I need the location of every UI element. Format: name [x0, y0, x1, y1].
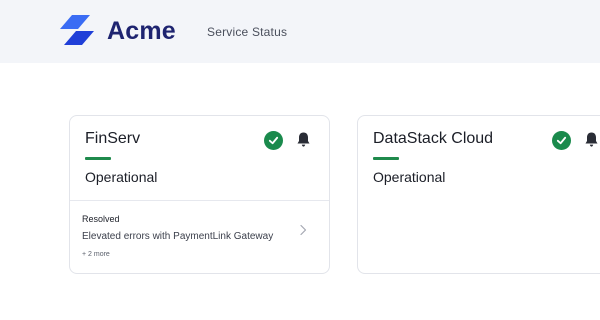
incident-title: Resolved — [82, 214, 120, 224]
card-divider — [70, 200, 329, 201]
status-underline — [373, 157, 399, 160]
service-status-text: Operational — [373, 169, 446, 185]
check-circle-icon — [552, 131, 571, 150]
more-incidents-link[interactable]: + 2 more — [82, 251, 110, 258]
service-card-datastack-cloud[interactable]: DataStack Cloud Operational — [357, 115, 600, 274]
brand-name: Acme — [107, 16, 176, 45]
check-circle-icon — [264, 131, 283, 150]
service-status-link[interactable]: Service Status — [207, 25, 287, 39]
brand-logo[interactable]: Acme — [60, 15, 176, 47]
service-name: FinServ — [85, 130, 141, 147]
bell-icon[interactable] — [296, 131, 311, 148]
acme-logo-icon — [60, 15, 94, 45]
chevron-right-icon[interactable] — [298, 224, 308, 236]
service-card-finserv[interactable]: FinServ Operational Resolved Elevated er… — [69, 115, 330, 274]
bell-icon[interactable] — [584, 131, 599, 148]
status-underline — [85, 157, 111, 160]
service-name: DataStack Cloud — [373, 130, 494, 147]
incident-description: Elevated errors with PaymentLink Gateway — [82, 231, 274, 242]
top-header: Acme Service Status — [0, 0, 600, 63]
service-status-text: Operational — [85, 169, 158, 185]
